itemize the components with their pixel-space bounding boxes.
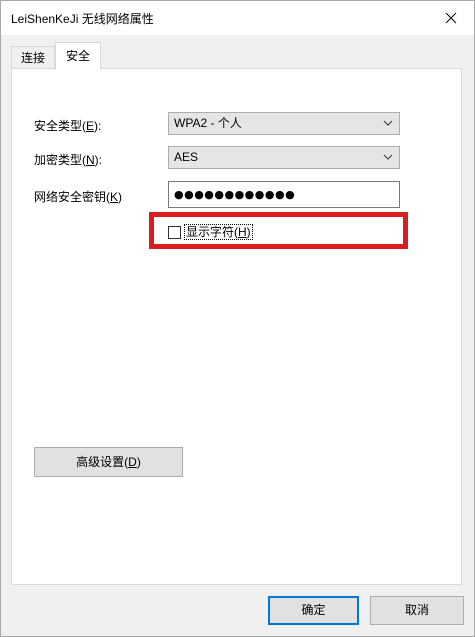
tab-connection[interactable]: 连接 — [11, 46, 56, 69]
advanced-settings-button[interactable]: 高级设置(D) — [34, 447, 183, 477]
cancel-button[interactable]: 取消 — [370, 596, 464, 625]
network-key-masked-value: ●●●●●●●●●●●● — [174, 188, 296, 201]
encryption-type-select[interactable]: AES — [168, 146, 400, 169]
show-characters-checkbox[interactable] — [168, 225, 181, 239]
show-characters-row[interactable]: 显示字符(H) — [168, 223, 253, 241]
network-key-label: 网络安全密钥(K) — [34, 190, 123, 204]
close-icon — [445, 12, 457, 24]
title-bar: LeiShenKeJi 无线网络属性 — [1, 1, 474, 35]
encryption-type-value: AES — [174, 150, 199, 164]
security-type-select[interactable]: WPA2 - 个人 — [168, 112, 400, 135]
dialog-window: LeiShenKeJi 无线网络属性 连接 安全 安全类型(E): WPA2 -… — [0, 0, 475, 637]
ok-button[interactable]: 确定 — [268, 596, 359, 625]
network-key-input[interactable]: ●●●●●●●●●●●● — [168, 181, 400, 208]
window-title: LeiShenKeJi 无线网络属性 — [11, 12, 154, 26]
chevron-down-icon — [383, 154, 393, 160]
encryption-type-label: 加密类型(N): — [34, 153, 103, 167]
security-type-label: 安全类型(E): — [34, 119, 102, 133]
show-characters-label[interactable]: 显示字符(H) — [184, 224, 253, 240]
security-type-value: WPA2 - 个人 — [174, 116, 242, 130]
close-button[interactable] — [428, 1, 474, 35]
chevron-down-icon — [383, 120, 393, 126]
tab-security[interactable]: 安全 — [55, 42, 102, 70]
tab-strip: 连接 安全 — [11, 42, 102, 70]
security-tab-panel: 安全类型(E): WPA2 - 个人 加密类型(N): AES 网络安全密钥(K… — [11, 68, 462, 585]
